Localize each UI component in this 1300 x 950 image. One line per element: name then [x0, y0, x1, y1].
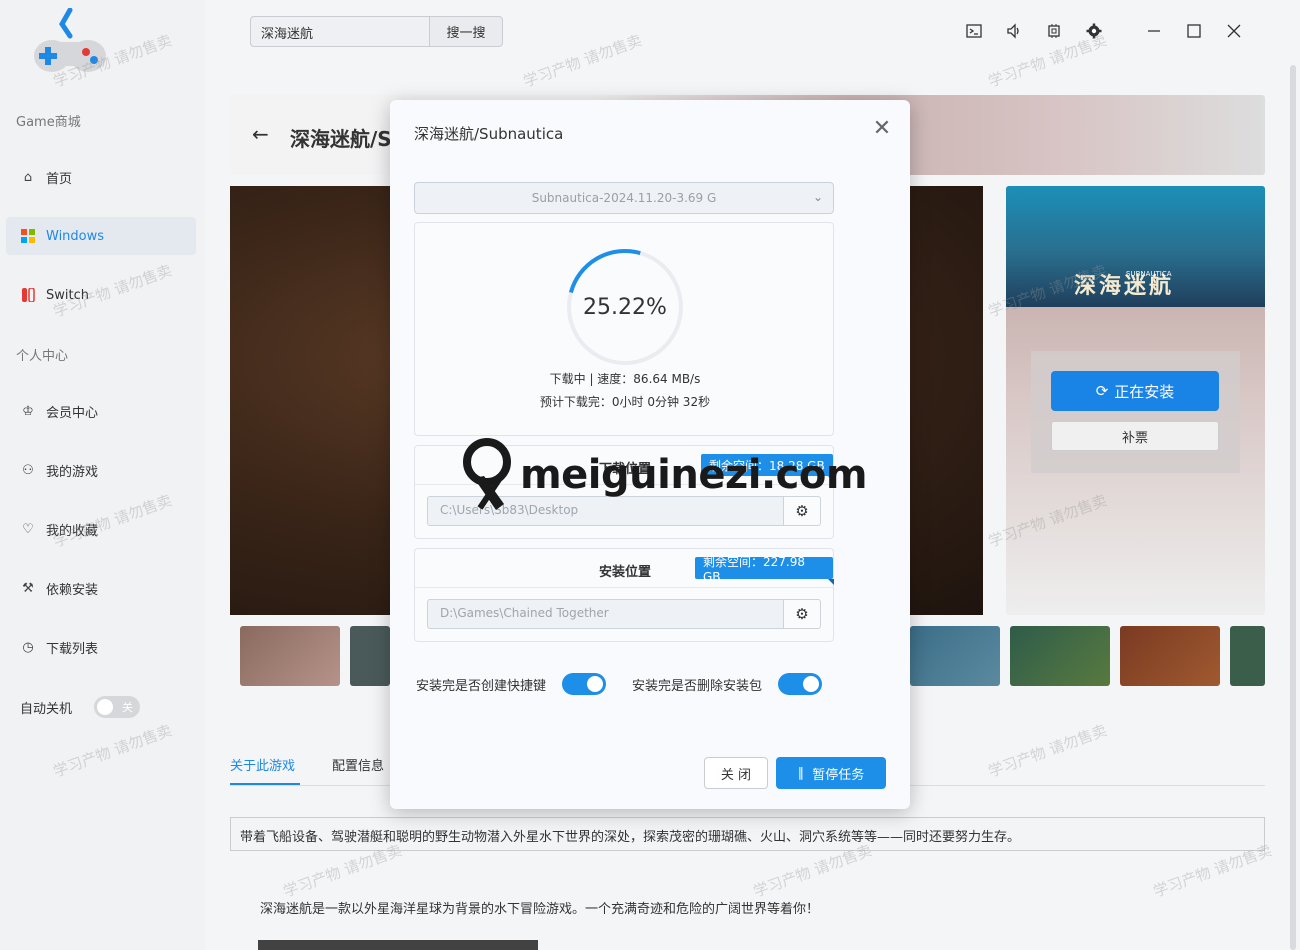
version-select-value: Subnautica-2024.11.20-3.69 G [531, 191, 717, 205]
download-status: 下载中 | 速度：86.64 MB/s [549, 372, 701, 386]
pause-task-label: 暂停任务 [812, 767, 865, 783]
site-watermark: meiguinezi.com [460, 438, 868, 512]
dialog-title: 深海迷航/Subnautica [414, 125, 564, 143]
shortcut-option-row: 安装完是否创建快捷键 [416, 673, 607, 695]
close-button[interactable]: 关 闭 [704, 757, 768, 789]
pause-task-button[interactable]: ∥ 暂停任务 [776, 757, 886, 789]
delete-option-label: 安装完是否删除安装包 [632, 678, 763, 694]
shortcut-option-label: 安装完是否创建快捷键 [416, 678, 547, 694]
toggle-knob [803, 676, 820, 692]
install-location-card: 安装位置 剩余空间：227.98 GB D:\Games\Chained Tog… [414, 548, 834, 642]
install-path-field[interactable]: D:\Games\Chained Together [427, 599, 784, 629]
gear-icon[interactable]: ⚙ [783, 599, 821, 629]
install-space-badge: 剩余空间：227.98 GB [695, 555, 834, 585]
chevron-down-icon: ⌄ [812, 190, 823, 204]
download-eta: 预计下载完：0小时 0分钟 32秒 [539, 395, 711, 409]
progress-card: 25.22% 下载中 | 速度：86.64 MB/s 预计下载完：0小时 0分钟… [414, 222, 834, 436]
shortcut-toggle[interactable] [562, 673, 607, 695]
dialog-close-icon[interactable]: ✕ [870, 116, 894, 141]
delete-package-toggle[interactable] [778, 673, 823, 695]
watermark-ribbon-icon [463, 438, 511, 510]
watermark-text: meiguinezi.com [520, 452, 868, 498]
pause-icon: ∥ [797, 765, 805, 781]
version-select[interactable]: Subnautica-2024.11.20-3.69 G ⌄ [414, 182, 834, 214]
delete-option-row: 安装完是否删除安装包 [632, 673, 823, 695]
progress-percent: 25.22% [583, 295, 667, 320]
toggle-knob [587, 676, 604, 692]
divider [415, 587, 833, 588]
